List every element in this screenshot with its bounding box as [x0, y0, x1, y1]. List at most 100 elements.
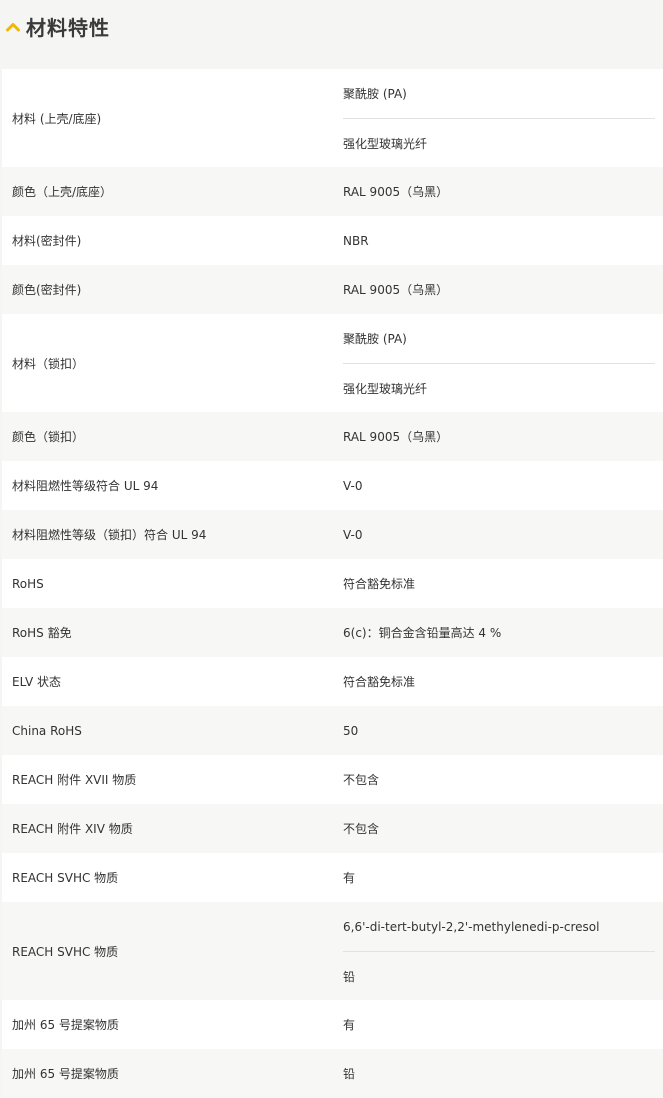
property-value-text: 不包含 [343, 773, 380, 787]
property-values: V-0 [333, 510, 663, 559]
property-label: 材料 (上壳/底座) [12, 111, 102, 126]
property-value: 符合豁免标准 [343, 559, 655, 608]
table-row: REACH SVHC 物质 6,6'-di-tert-butyl-2,2'-met… [2, 902, 663, 1000]
table-row: 加州 65 号提案物质 有 [2, 1000, 663, 1049]
property-value-text: RAL 9005（乌黑） [343, 185, 449, 199]
property-values: 有 [333, 853, 663, 902]
property-value: 50 [343, 706, 655, 755]
property-label: REACH SVHC 物质 [12, 944, 119, 959]
property-values: 符合豁免标准 [333, 559, 663, 608]
table-row: RoHS 豁免 6(c)：铜合金含铅量高达 4 % [2, 608, 663, 657]
property-value-text: V-0 [343, 527, 363, 542]
property-values: RAL 9005（乌黑） [333, 167, 663, 216]
table-row: 材料阻燃性等级（锁扣）符合 UL 94 V-0 [2, 510, 663, 559]
property-label: 颜色(密封件) [12, 283, 82, 297]
property-value: 铅 [343, 951, 655, 1000]
table-row: REACH 附件 XIV 物质 不包含 [2, 804, 663, 853]
table-row: ELV 状态 符合豁免标准 [2, 657, 663, 706]
property-values: 不包含 [333, 755, 663, 804]
property-values: 聚酰胺 (PA) 强化型玻璃光纤 [333, 314, 663, 412]
property-values: RAL 9005（乌黑） [333, 412, 663, 461]
table-row: 材料(密封件) NBR [2, 216, 663, 265]
property-value-text: 铅 [343, 1067, 356, 1081]
table-row: 材料阻燃性等级符合 UL 94 V-0 [2, 461, 663, 510]
property-value: 聚酰胺 (PA) [343, 314, 655, 363]
property-value: V-0 [343, 510, 655, 559]
property-value: RAL 9005（乌黑） [343, 412, 655, 461]
property-value-text: V-0 [343, 478, 363, 493]
property-label: 加州 65 号提案物质 [12, 1067, 119, 1081]
property-value: 有 [343, 853, 655, 902]
table-row: REACH 附件 XVII 物质 不包含 [2, 755, 663, 804]
property-value-text: 聚酰胺 (PA) [343, 332, 407, 346]
table-row: 颜色（锁扣） RAL 9005（乌黑） [2, 412, 663, 461]
property-value-text: 强化型玻璃光纤 [343, 136, 428, 151]
property-label: 材料阻燃性等级（锁扣）符合 UL 94 [12, 528, 207, 542]
property-value-text: 符合豁免标准 [343, 675, 416, 689]
property-value: V-0 [343, 461, 655, 510]
property-label: ELV 状态 [12, 675, 61, 689]
property-value-text: 6(c)：铜合金含铅量高达 4 % [343, 626, 502, 640]
table-row: 材料 (上壳/底座) 聚酰胺 (PA) 强化型玻璃光纤 [2, 69, 663, 167]
property-label: 颜色（上壳/底座） [12, 185, 113, 199]
property-value: 铅 [343, 1049, 655, 1098]
property-label: 材料阻燃性等级符合 UL 94 [12, 479, 159, 493]
table-row: 颜色（上壳/底座） RAL 9005（乌黑） [2, 167, 663, 216]
property-label: 颜色（锁扣） [12, 430, 85, 444]
property-value-text: RAL 9005（乌黑） [343, 430, 449, 444]
property-value: 聚酰胺 (PA) [343, 69, 655, 118]
property-value: 6(c)：铜合金含铅量高达 4 % [343, 608, 655, 657]
chevron-up-icon[interactable] [4, 18, 22, 36]
property-value-text: 符合豁免标准 [343, 577, 416, 591]
property-value: RAL 9005（乌黑） [343, 167, 655, 216]
property-values: 6(c)：铜合金含铅量高达 4 % [333, 608, 663, 657]
property-label: 加州 65 号提案物质 [12, 1018, 119, 1032]
property-label: REACH SVHC 物质 [12, 871, 119, 885]
table-row: 颜色(密封件) RAL 9005（乌黑） [2, 265, 663, 314]
property-value-text: 6,6'-di-tert-butyl-2,2'-methylenedi-p-cr… [343, 919, 600, 934]
property-values: 铅 [333, 1049, 663, 1098]
property-value: 6,6'-di-tert-butyl-2,2'-methylenedi-p-cr… [343, 902, 655, 951]
property-label: RoHS 豁免 [12, 626, 72, 640]
property-value-text: NBR [343, 233, 369, 248]
property-value: 强化型玻璃光纤 [343, 363, 655, 412]
property-values: RAL 9005（乌黑） [333, 265, 663, 314]
property-value: NBR [343, 216, 655, 265]
section-header[interactable]: 材料特性 [0, 0, 663, 52]
property-values: 不包含 [333, 804, 663, 853]
property-label: 材料（锁扣） [12, 356, 85, 371]
property-value: 不包含 [343, 804, 655, 853]
property-value: RAL 9005（乌黑） [343, 265, 655, 314]
property-value: 不包含 [343, 755, 655, 804]
property-values: 符合豁免标准 [333, 657, 663, 706]
table-row: 材料（锁扣） 聚酰胺 (PA) 强化型玻璃光纤 [2, 314, 663, 412]
property-value-text: 50 [343, 723, 359, 738]
property-label: 材料(密封件) [12, 234, 82, 248]
property-value: 有 [343, 1000, 655, 1049]
properties-table: 材料 (上壳/底座) 聚酰胺 (PA) 强化型玻璃光纤 颜色（上壳/底座） RAL 90… [2, 69, 663, 1098]
property-value-text: 有 [343, 1018, 356, 1032]
property-values: 6,6'-di-tert-butyl-2,2'-methylenedi-p-cr… [333, 902, 663, 1000]
property-values: V-0 [333, 461, 663, 510]
property-value-text: 不包含 [343, 822, 380, 836]
property-value-text: 有 [343, 871, 356, 885]
property-value-text: RAL 9005（乌黑） [343, 283, 449, 297]
property-values: 聚酰胺 (PA) 强化型玻璃光纤 [333, 69, 663, 167]
table-row: 加州 65 号提案物质 铅 [2, 1049, 663, 1098]
section-title: 材料特性 [26, 15, 110, 40]
table-row: China RoHS 50 [2, 706, 663, 755]
property-values: NBR [333, 216, 663, 265]
property-values: 有 [333, 1000, 663, 1049]
property-label: China RoHS [12, 723, 82, 738]
property-label: REACH 附件 XIV 物质 [12, 822, 133, 836]
property-value: 强化型玻璃光纤 [343, 118, 655, 167]
property-values: 50 [333, 706, 663, 755]
table-row: REACH SVHC 物质 有 [2, 853, 663, 902]
property-label: REACH 附件 XVII 物质 [12, 773, 137, 787]
table-row: RoHS 符合豁免标准 [2, 559, 663, 608]
property-value-text: 强化型玻璃光纤 [343, 381, 428, 396]
property-value-text: 铅 [343, 969, 356, 984]
property-value: 符合豁免标准 [343, 657, 655, 706]
property-label: RoHS [12, 576, 44, 591]
property-value-text: 聚酰胺 (PA) [343, 87, 407, 101]
